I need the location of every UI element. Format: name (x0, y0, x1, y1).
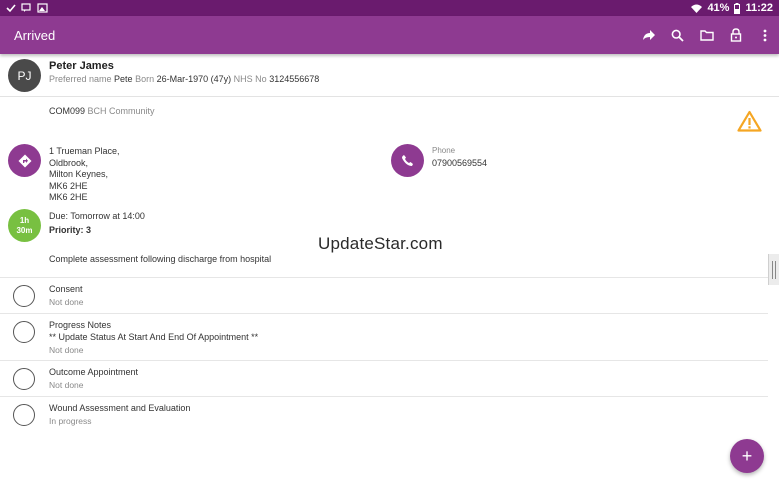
call-button[interactable] (391, 144, 424, 177)
clock-time: 11:22 (745, 2, 773, 14)
patient-banner[interactable]: PJ Peter James Preferred name Pete Born … (0, 54, 779, 97)
task-item[interactable]: Outcome Appointment Not done (0, 361, 768, 396)
task-item[interactable]: Wound Assessment and Evaluation In progr… (0, 397, 768, 432)
notification-icons (6, 3, 48, 13)
born-value: 26-Mar-1970 (47y) (156, 74, 232, 84)
lock-button[interactable] (721, 16, 750, 54)
task-checkbox[interactable] (13, 321, 35, 343)
task-title: Progress Notes (49, 320, 112, 330)
task-item[interactable]: Progress Notes ** Update Status At Start… (0, 314, 768, 360)
status-bar: 41% 11:22 (0, 0, 779, 16)
organisation-name: BCH Community (87, 106, 155, 116)
check-icon (6, 3, 16, 13)
battery-icon (734, 2, 741, 14)
system-status: 41% 11:22 (691, 2, 773, 14)
address-line: 1 Trueman Place, (49, 146, 120, 156)
scroll-handle[interactable] (768, 254, 779, 285)
address: 1 Trueman Place, Oldbrook, Milton Keynes… (49, 146, 120, 204)
share-icon (642, 30, 655, 40)
grip-icon (772, 260, 776, 279)
phone-label: Phone (432, 146, 456, 155)
folder-button[interactable] (692, 16, 721, 54)
task-title: Consent (49, 284, 83, 294)
task-status: Not done (49, 297, 84, 307)
due-time: Due: Tomorrow at 14:00 (49, 211, 145, 221)
app-title: Arrived (14, 27, 56, 43)
task-checkbox[interactable] (13, 404, 35, 426)
screen: 41% 11:22 Arrived PJ Peter James Preferr… (0, 0, 779, 487)
search-icon (671, 29, 684, 42)
task-item[interactable]: Consent Not done (0, 278, 768, 313)
battery-percent: 41% (707, 2, 730, 14)
chat-icon (21, 3, 32, 13)
nhs-label: NHS No (233, 74, 267, 84)
organisation: COM099 BCH Community (49, 106, 155, 116)
born-label: Born (135, 74, 155, 84)
address-line: MK6 2HE (49, 180, 88, 191)
task-status: Not done (49, 345, 84, 355)
task-title: Outcome Appointment (49, 367, 139, 377)
task-checkbox[interactable] (13, 368, 35, 390)
preferred-name-label: Preferred name (49, 74, 112, 84)
task-title: Wound Assessment and Evaluation (49, 403, 191, 413)
duration-minutes: 30m (16, 225, 33, 235)
duration-badge: 1h 30m (8, 209, 41, 242)
phone-icon (402, 155, 413, 166)
app-bar: Arrived (0, 16, 779, 54)
more-options-button[interactable] (750, 16, 779, 54)
wifi-icon (691, 4, 703, 13)
address-line: Milton Keynes, (49, 169, 109, 179)
watermark: UpdateStar.com (318, 234, 443, 253)
patient-details: Preferred name Pete Born 26-Mar-1970 (47… (49, 74, 319, 84)
lock-icon (730, 28, 741, 42)
address-line: MK6 2HE (49, 192, 88, 202)
task-note: ** Update Status At Start And End Of App… (49, 332, 259, 342)
task-status: Not done (49, 380, 84, 390)
appointment-description: Complete assessment following discharge … (49, 254, 272, 264)
directions-button[interactable] (8, 144, 41, 177)
patient-name: Peter James (49, 60, 114, 72)
priority: Priority: 3 (49, 225, 92, 235)
directions-icon (18, 154, 31, 167)
duration-hours: 1h (19, 215, 30, 225)
preferred-name-value: Pete (114, 74, 133, 84)
task-checkbox[interactable] (13, 285, 35, 307)
image-icon (37, 3, 48, 13)
avatar: PJ (8, 59, 41, 92)
nhs-value: 3124556678 (269, 74, 320, 84)
organisation-code: COM099 (49, 106, 86, 116)
more-vert-icon (763, 29, 766, 41)
app-actions (634, 16, 779, 54)
search-button[interactable] (663, 16, 692, 54)
address-line: Oldbrook, (49, 157, 89, 168)
add-button[interactable]: + (730, 439, 764, 473)
folder-icon (699, 30, 714, 41)
warning-icon[interactable] (737, 110, 762, 137)
share-button[interactable] (634, 16, 663, 54)
phone-number[interactable]: 07900569554 (432, 158, 487, 168)
task-status: In progress (49, 416, 92, 426)
